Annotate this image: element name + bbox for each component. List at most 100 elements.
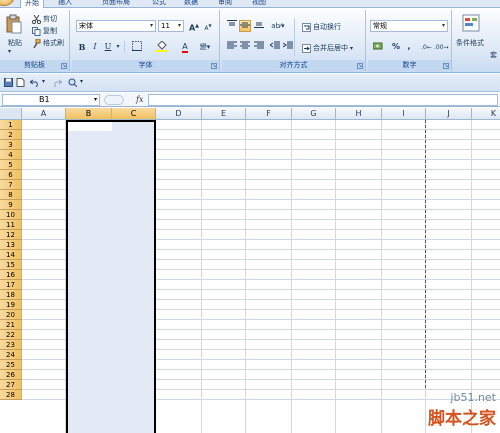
row-header-25[interactable]: 25: [0, 360, 22, 370]
tab-insert[interactable]: 插入: [54, 0, 76, 8]
formula-input[interactable]: [148, 94, 498, 106]
underline-dropdown-icon[interactable]: ▾: [115, 41, 121, 53]
tab-data[interactable]: 数据: [180, 0, 202, 8]
row-header-2[interactable]: 2: [0, 130, 22, 140]
align-right-button[interactable]: [253, 41, 265, 53]
redo-icon[interactable]: [52, 78, 63, 88]
font-launcher-icon[interactable]: ↘: [211, 63, 217, 69]
column-header-e[interactable]: E: [202, 108, 246, 120]
row-header-20[interactable]: 20: [0, 310, 22, 320]
undo-dropdown-icon[interactable]: ▾: [42, 78, 51, 87]
paste-icon[interactable]: [6, 14, 22, 34]
column-header-b[interactable]: B: [66, 108, 112, 120]
align-left-button[interactable]: [226, 41, 238, 53]
column-header-h[interactable]: H: [336, 108, 382, 120]
row-header-13[interactable]: 13: [0, 240, 22, 250]
customize-toolbar-icon[interactable]: ▾: [80, 78, 89, 87]
row-header-21[interactable]: 21: [0, 320, 22, 330]
align-bottom-button[interactable]: [253, 20, 265, 32]
row-header-9[interactable]: 9: [0, 200, 22, 210]
row-header-28[interactable]: 28: [0, 390, 22, 400]
conditional-format-button[interactable]: 条件格式: [456, 38, 484, 48]
conditional-format-icon[interactable]: [462, 14, 480, 32]
tab-formulas[interactable]: 公式: [148, 0, 170, 8]
grow-font-button[interactable]: A▲: [188, 20, 200, 33]
row-header-16[interactable]: 16: [0, 270, 22, 280]
tab-page-layout[interactable]: 页面布局: [98, 0, 134, 8]
currency-button[interactable]: [370, 41, 388, 53]
row-header-23[interactable]: 23: [0, 340, 22, 350]
shrink-font-button[interactable]: A▼: [202, 20, 214, 32]
number-launcher-icon[interactable]: ↘: [443, 63, 449, 69]
column-header-i[interactable]: I: [382, 108, 426, 120]
align-center-button[interactable]: [239, 41, 251, 53]
font-size-select[interactable]: 11 ▾: [158, 20, 184, 32]
row-header-5[interactable]: 5: [0, 160, 22, 170]
row-header-11[interactable]: 11: [0, 220, 22, 230]
row-header-10[interactable]: 10: [0, 210, 22, 220]
row-header-27[interactable]: 27: [0, 380, 22, 390]
tab-view[interactable]: 视图: [248, 0, 270, 8]
paste-dropdown-icon[interactable]: ▾: [8, 48, 11, 55]
paste-button[interactable]: 粘贴: [8, 38, 22, 48]
column-header-j[interactable]: J: [426, 108, 472, 120]
row-header-22[interactable]: 22: [0, 330, 22, 340]
office-button[interactable]: [0, 0, 14, 6]
row-header-8[interactable]: 8: [0, 190, 22, 200]
increase-indent-button[interactable]: [282, 41, 294, 53]
row-header-26[interactable]: 26: [0, 370, 22, 380]
font-color-button[interactable]: A: [176, 41, 194, 53]
row-header-24[interactable]: 24: [0, 350, 22, 360]
copy-button[interactable]: 复制: [32, 26, 57, 36]
selected-range[interactable]: [66, 120, 156, 433]
fill-color-button[interactable]: [152, 40, 172, 53]
row-header-14[interactable]: 14: [0, 250, 22, 260]
alignment-launcher-icon[interactable]: ↘: [357, 63, 363, 69]
undo-icon[interactable]: [29, 78, 39, 88]
orientation-button[interactable]: ab⁄▾: [269, 20, 287, 32]
number-format-select[interactable]: 常规 ▾: [370, 20, 448, 32]
column-header-f[interactable]: F: [246, 108, 292, 120]
format-painter-button[interactable]: 格式刷: [32, 38, 64, 48]
row-header-1[interactable]: 1: [0, 120, 22, 130]
table-format-button[interactable]: 套: [490, 50, 497, 60]
underline-button[interactable]: U: [102, 41, 114, 53]
decrease-indent-button[interactable]: [269, 41, 281, 53]
save-icon[interactable]: [4, 78, 13, 87]
column-header-a[interactable]: A: [22, 108, 66, 120]
select-all-corner[interactable]: [0, 108, 22, 120]
comma-button[interactable]: ,: [404, 41, 414, 53]
percent-button[interactable]: %: [390, 41, 402, 53]
column-header-k[interactable]: K: [472, 108, 500, 120]
column-header-g[interactable]: G: [292, 108, 336, 120]
wrap-text-button[interactable]: 自动换行: [302, 22, 341, 32]
tab-review[interactable]: 审阅: [214, 0, 236, 8]
formula-bar-splitter[interactable]: [104, 95, 124, 105]
tab-home[interactable]: 开始: [20, 0, 44, 8]
row-header-3[interactable]: 3: [0, 140, 22, 150]
align-top-button[interactable]: [226, 20, 238, 32]
clipboard-launcher-icon[interactable]: ↘: [61, 63, 67, 69]
row-header-17[interactable]: 17: [0, 280, 22, 290]
row-header-4[interactable]: 4: [0, 150, 22, 160]
insert-function-button[interactable]: fx: [136, 95, 143, 104]
column-header-c[interactable]: C: [112, 108, 156, 120]
print-preview-icon[interactable]: [68, 78, 78, 88]
column-header-d[interactable]: D: [156, 108, 202, 120]
row-header-15[interactable]: 15: [0, 260, 22, 270]
bold-button[interactable]: B: [76, 41, 88, 53]
merge-center-button[interactable]: 合并后居中 ▾: [302, 43, 353, 53]
row-header-6[interactable]: 6: [0, 170, 22, 180]
active-cell[interactable]: [68, 122, 112, 131]
row-header-7[interactable]: 7: [0, 180, 22, 190]
border-button[interactable]: [128, 41, 146, 53]
increase-decimal-button[interactable]: .0←: [420, 41, 433, 53]
row-header-19[interactable]: 19: [0, 300, 22, 310]
font-family-select[interactable]: 宋体 ▾: [76, 20, 156, 32]
name-box[interactable]: B1 ▾: [2, 94, 100, 106]
italic-button[interactable]: I: [89, 41, 101, 53]
decrease-decimal-button[interactable]: .00→: [434, 41, 449, 53]
align-middle-button[interactable]: [239, 20, 251, 32]
row-header-12[interactable]: 12: [0, 230, 22, 240]
cut-button[interactable]: 剪切: [31, 14, 57, 24]
